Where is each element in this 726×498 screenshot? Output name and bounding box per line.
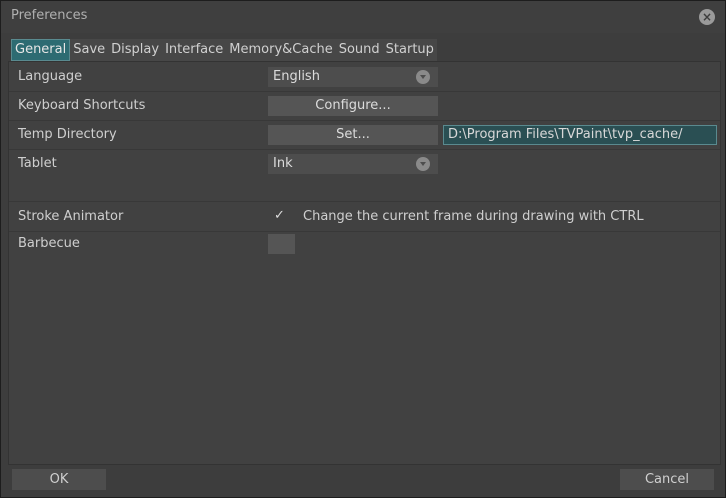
stroke-animator-option-text[interactable]: Change the current frame during drawing … <box>303 209 644 224</box>
barbecue-color-swatch[interactable] <box>268 234 295 254</box>
temp-directory-label: Temp Directory <box>18 127 117 142</box>
tablet-value: Ink <box>273 156 293 171</box>
tablet-row: Tablet Ink <box>9 149 720 202</box>
tab-startup[interactable]: Startup <box>382 39 437 61</box>
configure-button[interactable]: Configure... <box>268 96 438 116</box>
checkmark-icon[interactable]: ✓ <box>274 208 285 223</box>
keyboard-shortcuts-label: Keyboard Shortcuts <box>18 98 146 113</box>
tab-memory-cache[interactable]: Memory&Cache <box>226 39 336 61</box>
temp-directory-path-field[interactable]: D:\Program Files\TVPaint\tvp_cache/ <box>443 125 717 145</box>
tablet-dropdown[interactable]: Ink <box>268 154 438 174</box>
tablet-label: Tablet <box>18 156 57 171</box>
barbecue-row: Barbecue <box>9 231 720 260</box>
language-label: Language <box>18 69 83 84</box>
window-title: Preferences <box>11 8 88 23</box>
keyboard-shortcuts-row: Keyboard Shortcuts Configure... <box>9 91 720 121</box>
tab-interface[interactable]: Interface <box>162 39 227 61</box>
barbecue-label: Barbecue <box>18 236 80 251</box>
language-dropdown[interactable]: English <box>268 67 438 87</box>
ok-button[interactable]: OK <box>12 469 106 490</box>
language-row: Language English <box>9 62 720 92</box>
tab-display[interactable]: Display <box>108 39 163 61</box>
tab-bar: General Save Display Interface Memory&Ca… <box>11 39 437 61</box>
close-icon[interactable]: × <box>699 9 715 25</box>
tab-save[interactable]: Save <box>70 39 109 61</box>
tab-general[interactable]: General <box>11 39 71 61</box>
general-panel: Language English Keyboard Shortcuts Conf… <box>8 61 721 465</box>
language-value: English <box>273 69 320 84</box>
chevron-down-icon <box>416 157 430 171</box>
chevron-down-icon <box>416 70 430 84</box>
temp-directory-row: Temp Directory Set... D:\Program Files\T… <box>9 120 720 150</box>
stroke-animator-label: Stroke Animator <box>18 209 124 224</box>
stroke-animator-row: Stroke Animator ✓ Change the current fra… <box>9 202 720 232</box>
tab-sound[interactable]: Sound <box>335 39 383 61</box>
title-bar[interactable]: Preferences × <box>1 1 725 33</box>
set-directory-button[interactable]: Set... <box>268 125 438 145</box>
cancel-button[interactable]: Cancel <box>620 469 714 490</box>
preferences-window: Preferences × General Save Display Inter… <box>0 0 726 498</box>
